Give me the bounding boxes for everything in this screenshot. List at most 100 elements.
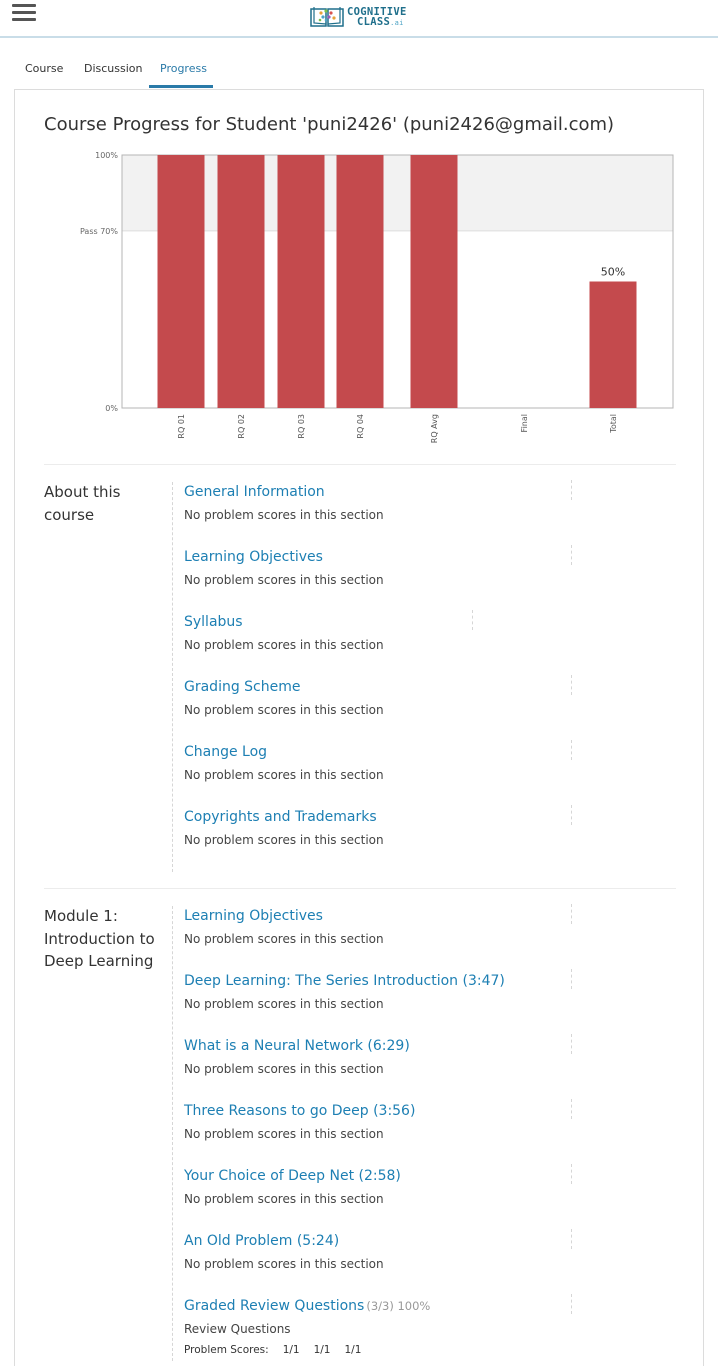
section-item: What is a Neural Network (6:29) No proble… bbox=[184, 1034, 644, 1076]
course-tabs: Course Discussion Progress bbox=[0, 40, 718, 90]
section-title: Your Choice of Deep Net (2:58) bbox=[184, 1168, 644, 1184]
section-subtitle: No problem scores in this section bbox=[184, 1257, 384, 1271]
data-label-total: 50% bbox=[601, 266, 625, 279]
problem-scores-row: Problem Scores: 1/1 1/1 1/1 bbox=[184, 1344, 644, 1356]
section-subtitle: No problem scores in this section bbox=[184, 768, 384, 782]
section-item: An Old Problem (5:24) No problem scores i… bbox=[184, 1229, 644, 1271]
section-title-link[interactable]: Graded Review Questions bbox=[184, 1298, 364, 1314]
section-title-link[interactable]: Grading Scheme bbox=[184, 679, 301, 695]
section-title-link[interactable]: Copyrights and Trademarks bbox=[184, 809, 377, 825]
section-dotted-marker bbox=[571, 480, 572, 500]
section-score: (3/3) 100% bbox=[366, 1299, 431, 1313]
section-subtitle: No problem scores in this section bbox=[184, 1192, 384, 1206]
section-title: Graded Review Questions (3/3) 100% bbox=[184, 1298, 644, 1314]
section-dotted-marker bbox=[571, 1034, 572, 1054]
section-title-link[interactable]: Your Choice of Deep Net (2:58) bbox=[184, 1168, 401, 1184]
menu-icon[interactable] bbox=[12, 4, 36, 24]
chapter-name: About this course bbox=[44, 483, 121, 524]
chapter-divider bbox=[44, 888, 676, 889]
section-title-link[interactable]: Syllabus bbox=[184, 614, 243, 630]
section-item: Three Reasons to go Deep (3:56) No proble… bbox=[184, 1099, 644, 1141]
section-item: Learning Objectives No problem scores in … bbox=[184, 904, 644, 946]
top-bar: COGNITIVE CLASS.ai bbox=[0, 0, 718, 38]
section-title: Copyrights and Trademarks bbox=[184, 809, 644, 825]
section-title-link[interactable]: Three Reasons to go Deep (3:56) bbox=[184, 1103, 415, 1119]
section-item: Learning Objectives No problem scores in … bbox=[184, 545, 644, 587]
y-tick-label: 0% bbox=[105, 404, 118, 413]
bar-rq-01 bbox=[157, 155, 205, 408]
section-item: Your Choice of Deep Net (2:58) No problem… bbox=[184, 1164, 644, 1206]
section-subtitle: No problem scores in this section bbox=[184, 1062, 384, 1076]
tab-progress[interactable]: Progress bbox=[160, 62, 207, 75]
active-tab-indicator bbox=[149, 85, 213, 88]
section-subtitle: Review Questions bbox=[184, 1322, 291, 1336]
tab-discussion[interactable]: Discussion bbox=[84, 62, 143, 75]
section-title-link[interactable]: An Old Problem (5:24) bbox=[184, 1233, 339, 1249]
chapter-separator bbox=[172, 482, 173, 872]
section-dotted-marker bbox=[571, 740, 572, 760]
progress-chart: 0% Pass 70% 100% RQ 01 RQ 02 RQ 03 RQ 04 RQ Avg… bbox=[80, 151, 674, 443]
bar-rq-avg bbox=[410, 155, 458, 408]
section-title-link[interactable]: Change Log bbox=[184, 744, 267, 760]
section-item: Graded Review Questions (3/3) 100% Review … bbox=[184, 1294, 644, 1356]
cognitive-class-logo[interactable]: COGNITIVE CLASS.ai bbox=[309, 5, 407, 29]
chapter-separator bbox=[172, 906, 173, 1361]
section-subtitle: No problem scores in this section bbox=[184, 997, 384, 1011]
tab-course[interactable]: Course bbox=[25, 62, 63, 75]
page-title: Course Progress for Student 'puni2426' (… bbox=[44, 114, 615, 135]
logo-text: COGNITIVE CLASS.ai bbox=[347, 6, 407, 28]
problem-scores-label: Problem Scores: bbox=[184, 1344, 269, 1356]
bar-rq-04 bbox=[336, 155, 384, 408]
section-title-link[interactable]: What is a Neural Network (6:29) bbox=[184, 1038, 410, 1054]
chapter-name: Module 1: Introduction to Deep Learning bbox=[44, 907, 155, 970]
section-dotted-marker bbox=[571, 904, 572, 924]
x-tick-label: Total bbox=[609, 414, 618, 434]
section-title: Learning Objectives bbox=[184, 549, 644, 565]
section-dotted-marker bbox=[472, 610, 473, 630]
section-subtitle: No problem scores in this section bbox=[184, 508, 384, 522]
y-tick-label: Pass 70% bbox=[80, 227, 118, 236]
x-tick-label: RQ Avg bbox=[430, 414, 439, 443]
section-item: Deep Learning: The Series Introduction (… bbox=[184, 969, 644, 1011]
section-subtitle: No problem scores in this section bbox=[184, 703, 384, 717]
section-title-link[interactable]: Deep Learning: The Series Introduction (… bbox=[184, 973, 505, 989]
section-title: Change Log bbox=[184, 744, 644, 760]
section-item: Syllabus No problem scores in this sectio… bbox=[184, 610, 644, 652]
section-title-link[interactable]: Learning Objectives bbox=[184, 908, 323, 924]
bar-rq-03 bbox=[277, 155, 325, 408]
section-title: Three Reasons to go Deep (3:56) bbox=[184, 1103, 644, 1119]
section-title: Learning Objectives bbox=[184, 908, 644, 924]
section-title: An Old Problem (5:24) bbox=[184, 1233, 644, 1249]
section-subtitle: No problem scores in this section bbox=[184, 1127, 384, 1141]
section-dotted-marker bbox=[571, 675, 572, 695]
book-logo-icon bbox=[310, 7, 344, 27]
section-dotted-marker bbox=[571, 1229, 572, 1249]
section-item: Copyrights and Trademarks No problem scor… bbox=[184, 805, 644, 847]
section-dotted-marker bbox=[571, 1164, 572, 1184]
section-dotted-marker bbox=[571, 969, 572, 989]
y-tick-label: 100% bbox=[95, 151, 118, 160]
pass-band bbox=[122, 155, 673, 231]
section-subtitle: No problem scores in this section bbox=[184, 573, 384, 587]
section-title: What is a Neural Network (6:29) bbox=[184, 1038, 644, 1054]
section-item: Grading Scheme No problem scores in this … bbox=[184, 675, 644, 717]
x-tick-label: RQ 03 bbox=[297, 414, 306, 439]
chapter-divider bbox=[44, 464, 676, 465]
section-dotted-marker bbox=[571, 805, 572, 825]
section-dotted-marker bbox=[571, 1294, 572, 1314]
bar-rq-02 bbox=[217, 155, 265, 408]
section-title-link[interactable]: Learning Objectives bbox=[184, 549, 323, 565]
section-item: Change Log No problem scores in this sect… bbox=[184, 740, 644, 782]
section-title: General Information bbox=[184, 484, 644, 500]
problem-score: 1/1 bbox=[313, 1344, 331, 1356]
logo-suffix: .ai bbox=[390, 18, 404, 27]
section-dotted-marker bbox=[571, 545, 572, 565]
section-item: General Information No problem scores in … bbox=[184, 480, 644, 522]
section-title: Deep Learning: The Series Introduction (… bbox=[184, 973, 644, 989]
section-title-link[interactable]: General Information bbox=[184, 484, 325, 500]
section-title: Syllabus bbox=[184, 614, 644, 630]
section-subtitle: No problem scores in this section bbox=[184, 932, 384, 946]
x-tick-label: RQ 01 bbox=[177, 414, 186, 439]
section-dotted-marker bbox=[571, 1099, 572, 1119]
section-title: Grading Scheme bbox=[184, 679, 644, 695]
